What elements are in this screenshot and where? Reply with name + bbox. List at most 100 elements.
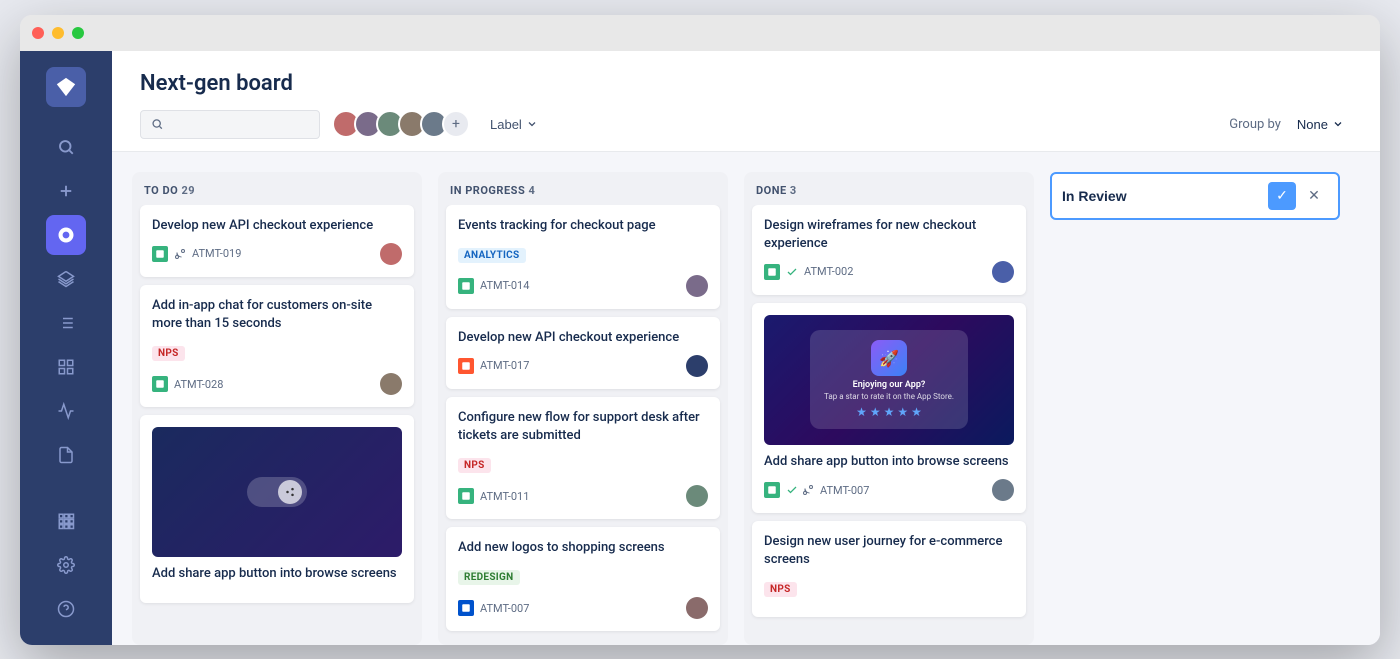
share-icon bbox=[285, 487, 295, 497]
sidebar-item-search[interactable] bbox=[46, 127, 86, 167]
card-meta-icons bbox=[786, 266, 798, 278]
logo[interactable] bbox=[46, 67, 86, 107]
group-by-section: Group by None bbox=[1229, 113, 1352, 136]
toggle-thumb bbox=[278, 480, 302, 504]
card-tag: NPS bbox=[458, 458, 491, 473]
sidebar-item-pages[interactable] bbox=[46, 435, 86, 475]
story-icon bbox=[461, 491, 471, 501]
card-wireframes[interactable]: Design wireframes for new checkout exper… bbox=[752, 205, 1026, 295]
app-window: Next-gen board + bbox=[20, 15, 1380, 645]
card-image-dark bbox=[152, 427, 402, 557]
sidebar-item-settings[interactable] bbox=[46, 545, 86, 585]
card-title: Configure new flow for support desk afte… bbox=[458, 409, 708, 445]
sidebar-item-create[interactable] bbox=[46, 171, 86, 211]
branch-icon bbox=[802, 484, 814, 496]
confirm-button[interactable]: ✓ bbox=[1268, 182, 1296, 210]
card-avatar bbox=[992, 479, 1014, 501]
rocket-icon bbox=[57, 226, 75, 244]
card-meta: ATMT-007 bbox=[458, 600, 529, 616]
column-done-header: DONE 3 bbox=[744, 172, 1034, 205]
card-title: Add new logos to shopping screens bbox=[458, 539, 708, 557]
search-bar[interactable] bbox=[140, 110, 320, 139]
search-input[interactable] bbox=[169, 117, 309, 132]
card-id: ATMT-019 bbox=[192, 247, 241, 260]
minimize-dot[interactable] bbox=[52, 27, 64, 39]
card-develop-api-2[interactable]: Develop new API checkout experience ATMT… bbox=[446, 317, 720, 389]
star: ★ bbox=[870, 405, 881, 419]
column-done-title: DONE bbox=[756, 184, 787, 197]
card-user-journey[interactable]: Design new user journey for e-commerce s… bbox=[752, 521, 1026, 617]
card-footer: ATMT-017 bbox=[458, 355, 708, 377]
toggle-icon bbox=[247, 477, 307, 507]
column-in-progress-header: IN PROGRESS 4 bbox=[438, 172, 728, 205]
close-dot[interactable] bbox=[32, 27, 44, 39]
card-type-icon bbox=[152, 376, 168, 392]
column-in-review: ✓ ✕ bbox=[1050, 172, 1340, 645]
label-filter-text: Label bbox=[490, 117, 522, 132]
bug-icon bbox=[461, 361, 471, 371]
titlebar bbox=[20, 15, 1380, 51]
card-meta-icons bbox=[786, 484, 814, 496]
card-title: Design wireframes for new checkout exper… bbox=[764, 217, 1014, 253]
card-footer: ATMT-019 bbox=[152, 243, 402, 265]
app-icon: 🚀 bbox=[871, 340, 907, 376]
group-by-button[interactable]: None bbox=[1289, 113, 1352, 136]
sidebar bbox=[20, 51, 112, 645]
sidebar-item-chart[interactable] bbox=[46, 391, 86, 431]
card-avatar bbox=[686, 355, 708, 377]
chevron-down-icon bbox=[526, 118, 538, 130]
column-in-progress-title: IN PROGRESS bbox=[450, 184, 525, 197]
file-icon bbox=[57, 446, 75, 464]
cancel-button[interactable]: ✕ bbox=[1300, 182, 1328, 210]
card-avatar bbox=[686, 275, 708, 297]
card-title: Develop new API checkout experience bbox=[152, 217, 402, 235]
stars: ★ ★ ★ ★ ★ bbox=[824, 405, 954, 419]
card-id: ATMT-014 bbox=[480, 279, 529, 292]
help-icon bbox=[57, 600, 75, 618]
card-meta-icons bbox=[174, 248, 186, 260]
card-image bbox=[152, 427, 402, 557]
card-type-icon bbox=[458, 488, 474, 504]
board-area: TO DO 29 Develop new API checkout experi… bbox=[112, 152, 1380, 645]
column-name-input[interactable] bbox=[1062, 188, 1260, 204]
app-rating-title: Enjoying our App? bbox=[824, 380, 954, 390]
sidebar-item-grid[interactable] bbox=[46, 347, 86, 387]
sidebar-item-apps[interactable] bbox=[46, 501, 86, 541]
card-title: Events tracking for checkout page bbox=[458, 217, 708, 235]
card-avatar bbox=[380, 373, 402, 395]
star: ★ bbox=[911, 405, 922, 419]
column-in-progress: IN PROGRESS 4 Events tracking for checko… bbox=[438, 172, 728, 645]
group-by-value: None bbox=[1297, 117, 1328, 132]
card-avatar bbox=[686, 597, 708, 619]
maximize-dot[interactable] bbox=[72, 27, 84, 39]
avatar-group: + bbox=[332, 110, 470, 138]
card-events-tracking[interactable]: Events tracking for checkout page ANALYT… bbox=[446, 205, 720, 309]
app-body: Next-gen board + bbox=[20, 51, 1380, 645]
card-share-app-todo[interactable]: Add share app button into browse screens bbox=[140, 415, 414, 603]
check-icon bbox=[786, 266, 798, 278]
main-content: Next-gen board + bbox=[112, 51, 1380, 645]
sidebar-item-list[interactable] bbox=[46, 303, 86, 343]
card-avatar bbox=[380, 243, 402, 265]
check-icon bbox=[786, 484, 798, 496]
card-type-icon bbox=[764, 264, 780, 280]
card-meta: ATMT-014 bbox=[458, 278, 529, 294]
card-share-app-done[interactable]: 🚀 Enjoying our App? Tap a star to rate i… bbox=[752, 303, 1026, 513]
avatar-add[interactable]: + bbox=[442, 110, 470, 138]
card-support-flow[interactable]: Configure new flow for support desk afte… bbox=[446, 397, 720, 519]
card-footer: ATMT-014 bbox=[458, 275, 708, 297]
card-new-logos[interactable]: Add new logos to shopping screens REDESI… bbox=[446, 527, 720, 631]
column-done-cards: Design wireframes for new checkout exper… bbox=[744, 205, 1034, 645]
settings-icon bbox=[57, 556, 75, 574]
sidebar-item-backlog[interactable] bbox=[46, 259, 86, 299]
page-title: Next-gen board bbox=[140, 71, 1352, 96]
card-chat[interactable]: Add in-app chat for customers on-site mo… bbox=[140, 285, 414, 407]
label-filter-button[interactable]: Label bbox=[482, 113, 546, 136]
card-develop-api[interactable]: Develop new API checkout experience bbox=[140, 205, 414, 277]
card-type-icon bbox=[764, 482, 780, 498]
card-meta: ATMT-007 bbox=[764, 482, 869, 498]
sidebar-item-project[interactable] bbox=[46, 215, 86, 255]
sidebar-item-help[interactable] bbox=[46, 589, 86, 629]
plus-icon bbox=[57, 182, 75, 200]
card-type-icon bbox=[458, 278, 474, 294]
